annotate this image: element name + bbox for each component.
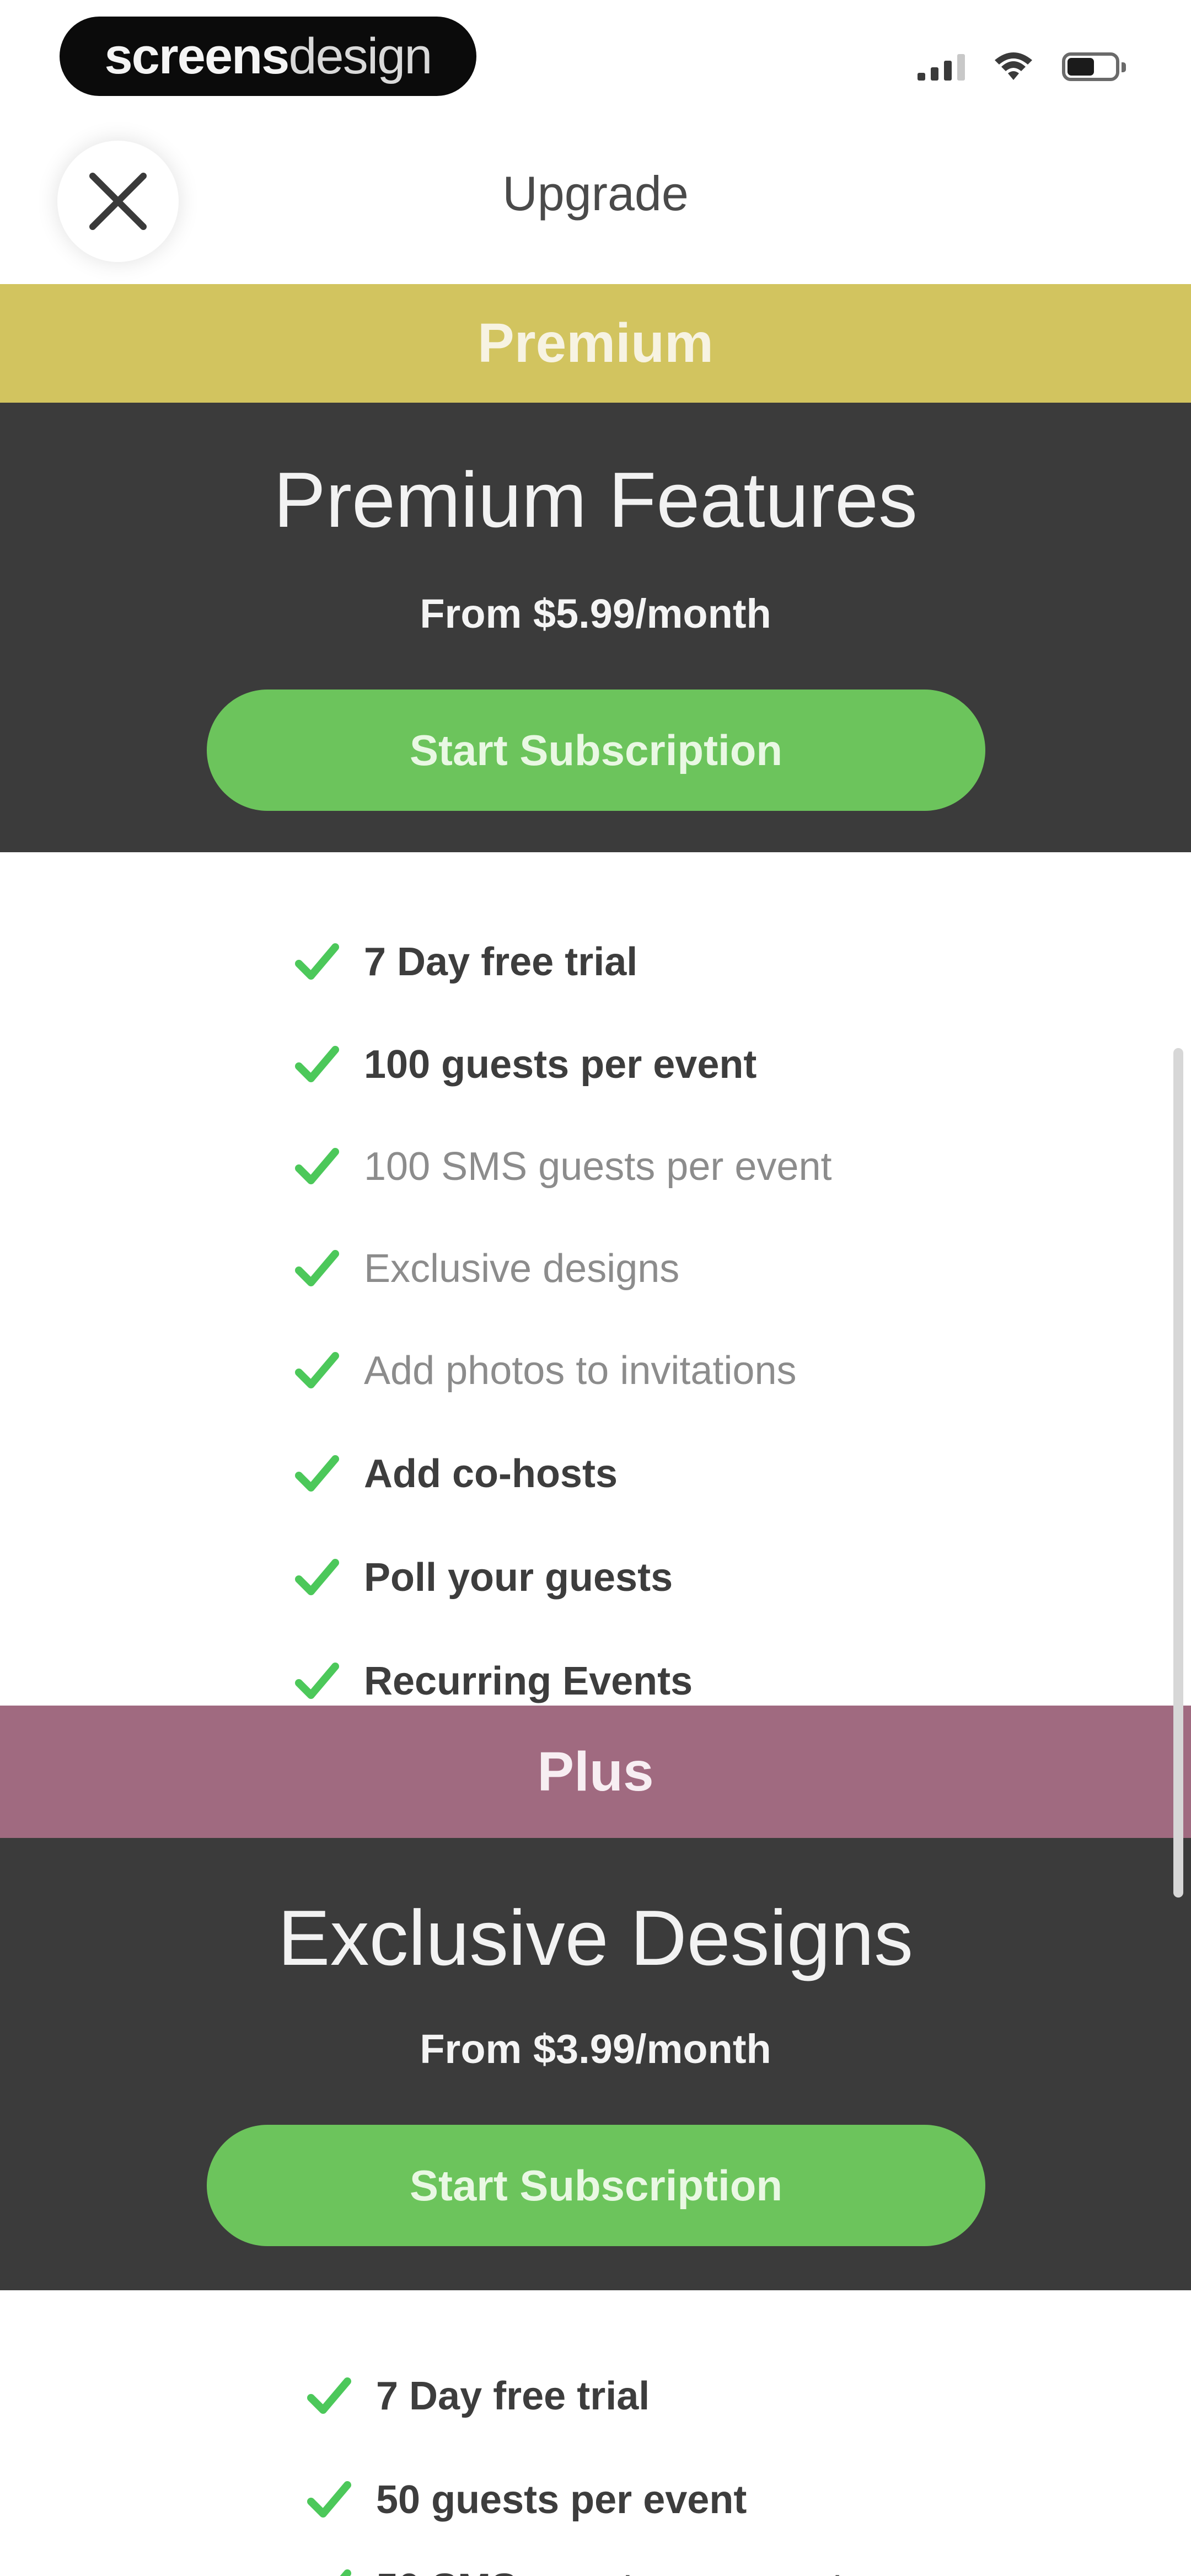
feature-label: Add photos to invitations	[364, 1349, 797, 1393]
battery-icon	[1062, 52, 1126, 81]
check-icon	[307, 2481, 351, 2518]
tier-price-premium: From $5.99/month	[420, 591, 771, 637]
check-icon	[307, 2377, 351, 2414]
check-icon	[295, 1559, 339, 1595]
feature-label: 100 SMS guests per event	[364, 1145, 832, 1189]
tier-header-plus: Plus	[0, 1706, 1191, 1838]
feature-item: Exclusive designs	[292, 1236, 679, 1302]
feature-label: Add co-hosts	[364, 1452, 618, 1496]
start-subscription-button-plus[interactable]: Start Subscription	[207, 2125, 985, 2246]
check-icon	[295, 1663, 339, 1699]
feature-list-plus: 7 Day free trial 50 guests per event 50 …	[0, 2290, 1191, 2576]
feature-item: 100 SMS guests per event	[292, 1134, 832, 1200]
nav-bar: Upgrade	[0, 116, 1191, 281]
check-icon	[295, 943, 339, 980]
tier-header-premium: Premium	[0, 284, 1191, 403]
wifi-icon	[994, 51, 1033, 82]
signal-icon	[918, 53, 965, 81]
tier-title-plus: Exclusive Designs	[277, 1894, 914, 1982]
scrollbar[interactable]	[1173, 1048, 1183, 1898]
check-icon	[295, 1148, 339, 1184]
feature-item: Add co-hosts	[292, 1441, 618, 1507]
feature-item: 100 guests per event	[292, 1032, 757, 1098]
tier-price-plus: From $3.99/month	[420, 2026, 771, 2072]
feature-label: Exclusive designs	[364, 1247, 680, 1291]
feature-item: 50 SMS guests per event	[304, 2555, 844, 2576]
price-panel-premium: Premium Features From $5.99/month Start …	[0, 403, 1191, 852]
check-icon	[295, 1352, 339, 1388]
check-icon	[295, 1250, 339, 1286]
feature-item: 7 Day free trial	[304, 2363, 650, 2429]
feature-item: 50 guests per event	[304, 2467, 747, 2533]
feature-list-premium: 7 Day free trial 100 guests per event 10…	[0, 852, 1191, 1706]
feature-item: Add photos to invitations	[292, 1338, 797, 1404]
feature-label: Poll your guests	[364, 1556, 673, 1600]
feature-label: 100 guests per event	[364, 1043, 757, 1087]
upgrade-screen: screensdesign Upgrade Premium Premium Fe…	[0, 0, 1191, 2576]
status-bar: screensdesign	[0, 0, 1191, 116]
feature-label: 50 SMS guests per event	[376, 2566, 844, 2576]
check-icon	[295, 1455, 339, 1492]
page-title: Upgrade	[502, 166, 689, 221]
feature-item: Poll your guests	[292, 1544, 673, 1611]
feature-item: Recurring Events	[292, 1648, 693, 1714]
feature-label: 7 Day free trial	[376, 2374, 650, 2418]
brand-logo: screensdesign	[60, 17, 476, 96]
feature-label: 7 Day free trial	[364, 940, 638, 984]
start-subscription-button-premium[interactable]: Start Subscription	[207, 690, 985, 811]
brand-strong-text: screens	[104, 28, 290, 84]
check-icon	[295, 1046, 339, 1082]
tier-title-premium: Premium Features	[273, 456, 918, 544]
feature-label: Recurring Events	[364, 1659, 693, 1703]
status-icons	[918, 47, 1126, 86]
brand-light-text: design	[288, 28, 432, 84]
feature-label: 50 guests per event	[376, 2478, 747, 2522]
check-icon	[340, 2569, 351, 2576]
feature-item: 7 Day free trial	[292, 929, 637, 995]
price-panel-plus: Exclusive Designs From $3.99/month Start…	[0, 1838, 1191, 2290]
